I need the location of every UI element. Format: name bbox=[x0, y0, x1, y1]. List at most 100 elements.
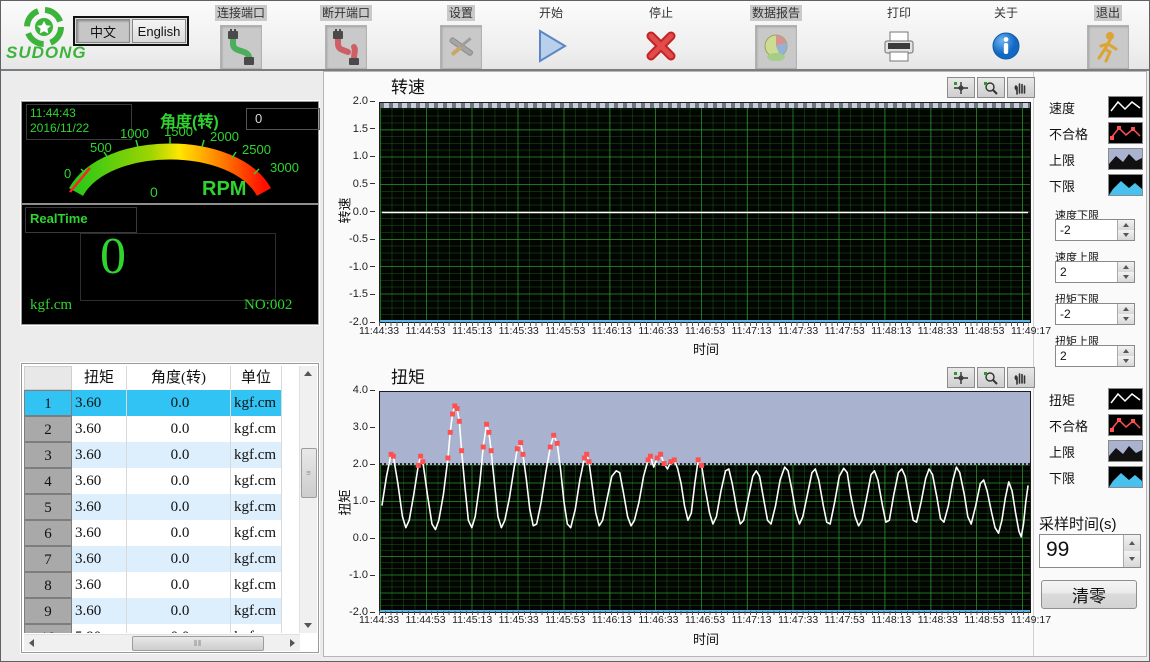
table-horizontal-scrollbar[interactable]: ⦀⦀ bbox=[24, 634, 300, 651]
table-cell[interactable]: 3.60 bbox=[72, 494, 127, 520]
legend-item-torque-lower[interactable]: 下限 bbox=[1049, 465, 1143, 489]
table-cell[interactable]: kgf.cm bbox=[231, 598, 282, 624]
table-cell[interactable]: 0.0 bbox=[127, 520, 231, 546]
sample-time-spinner[interactable]: 99 bbox=[1039, 534, 1141, 568]
legend-item-speed[interactable]: 速度 bbox=[1049, 95, 1143, 119]
print-button[interactable]: 打印 bbox=[864, 4, 934, 67]
scroll-left-icon[interactable] bbox=[24, 635, 39, 650]
speed-upper-limit-value[interactable]: 2 bbox=[1056, 262, 1117, 282]
table-cell[interactable]: 3.60 bbox=[72, 572, 127, 598]
crosshair-icon[interactable] bbox=[947, 367, 975, 388]
table-cell[interactable]: 3.60 bbox=[72, 546, 127, 572]
table-row[interactable]: 73.600.0kgf.cm bbox=[24, 546, 282, 572]
lang-chinese-button[interactable]: 中文 bbox=[76, 19, 130, 43]
zoom-magnifier-icon[interactable] bbox=[977, 77, 1005, 98]
speed-upper-limit-spinner[interactable]: 2 bbox=[1055, 261, 1135, 283]
hscroll-thumb[interactable]: ⦀⦀ bbox=[132, 636, 264, 651]
legend-item-torque[interactable]: 扭矩 bbox=[1049, 387, 1143, 411]
spinner-up-icon[interactable] bbox=[1118, 304, 1134, 314]
row-number-cell[interactable]: 6 bbox=[24, 520, 72, 546]
torque-upper-limit-spinner[interactable]: 2 bbox=[1055, 345, 1135, 367]
table-cell[interactable]: 0.0 bbox=[127, 416, 231, 442]
legend-item-speed-upper[interactable]: 上限 bbox=[1049, 147, 1143, 171]
start-button[interactable]: 开始 bbox=[516, 4, 586, 67]
exit-button[interactable]: 退出 bbox=[1073, 4, 1143, 69]
table-cell[interactable]: kgf.cm bbox=[231, 520, 282, 546]
table-cell[interactable]: 3.60 bbox=[72, 468, 127, 494]
scroll-up-icon[interactable] bbox=[300, 366, 316, 381]
table-cell[interactable]: 0.0 bbox=[127, 442, 231, 468]
table-cell[interactable]: kgf.cm bbox=[231, 624, 282, 633]
crosshair-icon[interactable] bbox=[947, 77, 975, 98]
connect-port-button[interactable]: 连接端口 bbox=[206, 4, 276, 69]
vscroll-thumb[interactable]: ≡ bbox=[301, 448, 317, 498]
row-number-cell[interactable]: 3 bbox=[24, 442, 72, 468]
pan-hand-icon[interactable] bbox=[1007, 367, 1035, 388]
spinner-down-icon[interactable] bbox=[1118, 230, 1134, 240]
row-number-cell[interactable]: 4 bbox=[24, 468, 72, 494]
table-cell[interactable]: kgf.cm bbox=[231, 390, 282, 416]
legend-item-speed-fail[interactable]: 不合格 bbox=[1049, 121, 1143, 145]
torque-lower-limit-spinner[interactable]: -2 bbox=[1055, 303, 1135, 325]
column-header[interactable]: 扭矩 bbox=[72, 366, 127, 390]
table-cell[interactable]: 0.0 bbox=[127, 390, 231, 416]
scroll-down-icon[interactable] bbox=[300, 618, 316, 633]
row-number-cell[interactable]: 7 bbox=[24, 546, 72, 572]
table-cell[interactable]: kgf.cm bbox=[231, 546, 282, 572]
torque-upper-limit-value[interactable]: 2 bbox=[1056, 346, 1117, 366]
row-number-cell[interactable]: 1 bbox=[24, 390, 72, 416]
table-cell[interactable]: kgf.cm bbox=[231, 494, 282, 520]
row-number-cell[interactable]: 5 bbox=[24, 494, 72, 520]
spinner-down-icon[interactable] bbox=[1118, 356, 1134, 366]
table-row[interactable]: 43.600.0kgf.cm bbox=[24, 468, 282, 494]
row-number-cell[interactable]: 10 bbox=[24, 624, 72, 633]
table-row[interactable]: 83.600.0kgf.cm bbox=[24, 572, 282, 598]
spinner-up-icon[interactable] bbox=[1118, 220, 1134, 230]
legend-item-torque-fail[interactable]: 不合格 bbox=[1049, 413, 1143, 437]
disconnect-port-button[interactable]: 断开端口 bbox=[311, 4, 381, 69]
table-row[interactable]: 53.600.0kgf.cm bbox=[24, 494, 282, 520]
table-cell[interactable]: 3.60 bbox=[72, 520, 127, 546]
table-cell[interactable]: 0.0 bbox=[127, 572, 231, 598]
table-cell[interactable]: 3.60 bbox=[72, 442, 127, 468]
spinner-down-icon[interactable] bbox=[1124, 551, 1140, 567]
torque-lower-limit-value[interactable]: -2 bbox=[1056, 304, 1117, 324]
table-cell[interactable]: 0.0 bbox=[127, 546, 231, 572]
spinner-up-icon[interactable] bbox=[1118, 346, 1134, 356]
spinner-up-icon[interactable] bbox=[1124, 535, 1140, 551]
table-vertical-scrollbar[interactable]: ≡ bbox=[299, 366, 317, 633]
stop-button[interactable]: 停止 bbox=[626, 4, 696, 67]
lang-english-button[interactable]: English bbox=[132, 19, 186, 43]
scroll-right-icon[interactable] bbox=[285, 635, 300, 650]
table-row[interactable]: 13.600.0kgf.cm bbox=[24, 390, 282, 416]
table-cell[interactable]: kgf.cm bbox=[231, 468, 282, 494]
table-cell[interactable]: 0.0 bbox=[127, 494, 231, 520]
table-cell[interactable]: 3.60 bbox=[72, 390, 127, 416]
spinner-up-icon[interactable] bbox=[1118, 262, 1134, 272]
table-row[interactable]: 23.600.0kgf.cm bbox=[24, 416, 282, 442]
sample-time-value[interactable]: 99 bbox=[1040, 535, 1123, 567]
table-row[interactable]: 33.600.0kgf.cm bbox=[24, 442, 282, 468]
table-cell[interactable]: 5.90 bbox=[72, 624, 127, 633]
table-row[interactable]: 105.900.0kgf.cm bbox=[24, 624, 282, 633]
about-button[interactable]: 关于 bbox=[971, 4, 1041, 67]
table-cell[interactable]: kgf.cm bbox=[231, 442, 282, 468]
table-cell[interactable]: 3.60 bbox=[72, 598, 127, 624]
spinner-down-icon[interactable] bbox=[1118, 314, 1134, 324]
speed-lower-limit-value[interactable]: -2 bbox=[1056, 220, 1117, 240]
row-number-cell[interactable]: 8 bbox=[24, 572, 72, 598]
table-cell[interactable]: 3.60 bbox=[72, 416, 127, 442]
table-cell[interactable]: kgf.cm bbox=[231, 572, 282, 598]
table-cell[interactable]: 0.0 bbox=[127, 468, 231, 494]
table-row[interactable]: 93.600.0kgf.cm bbox=[24, 598, 282, 624]
table-cell[interactable]: 0.0 bbox=[127, 624, 231, 633]
table-cell[interactable]: kgf.cm bbox=[231, 416, 282, 442]
pan-hand-icon[interactable] bbox=[1007, 77, 1035, 98]
table-cell[interactable]: 0.0 bbox=[127, 598, 231, 624]
column-header[interactable]: 单位 bbox=[231, 366, 282, 390]
column-header[interactable]: 角度(转) bbox=[127, 366, 231, 390]
data-report-button[interactable]: 数据报告 bbox=[741, 4, 811, 69]
spinner-down-icon[interactable] bbox=[1118, 272, 1134, 282]
zoom-magnifier-icon[interactable] bbox=[977, 367, 1005, 388]
legend-item-speed-lower[interactable]: 下限 bbox=[1049, 173, 1143, 197]
